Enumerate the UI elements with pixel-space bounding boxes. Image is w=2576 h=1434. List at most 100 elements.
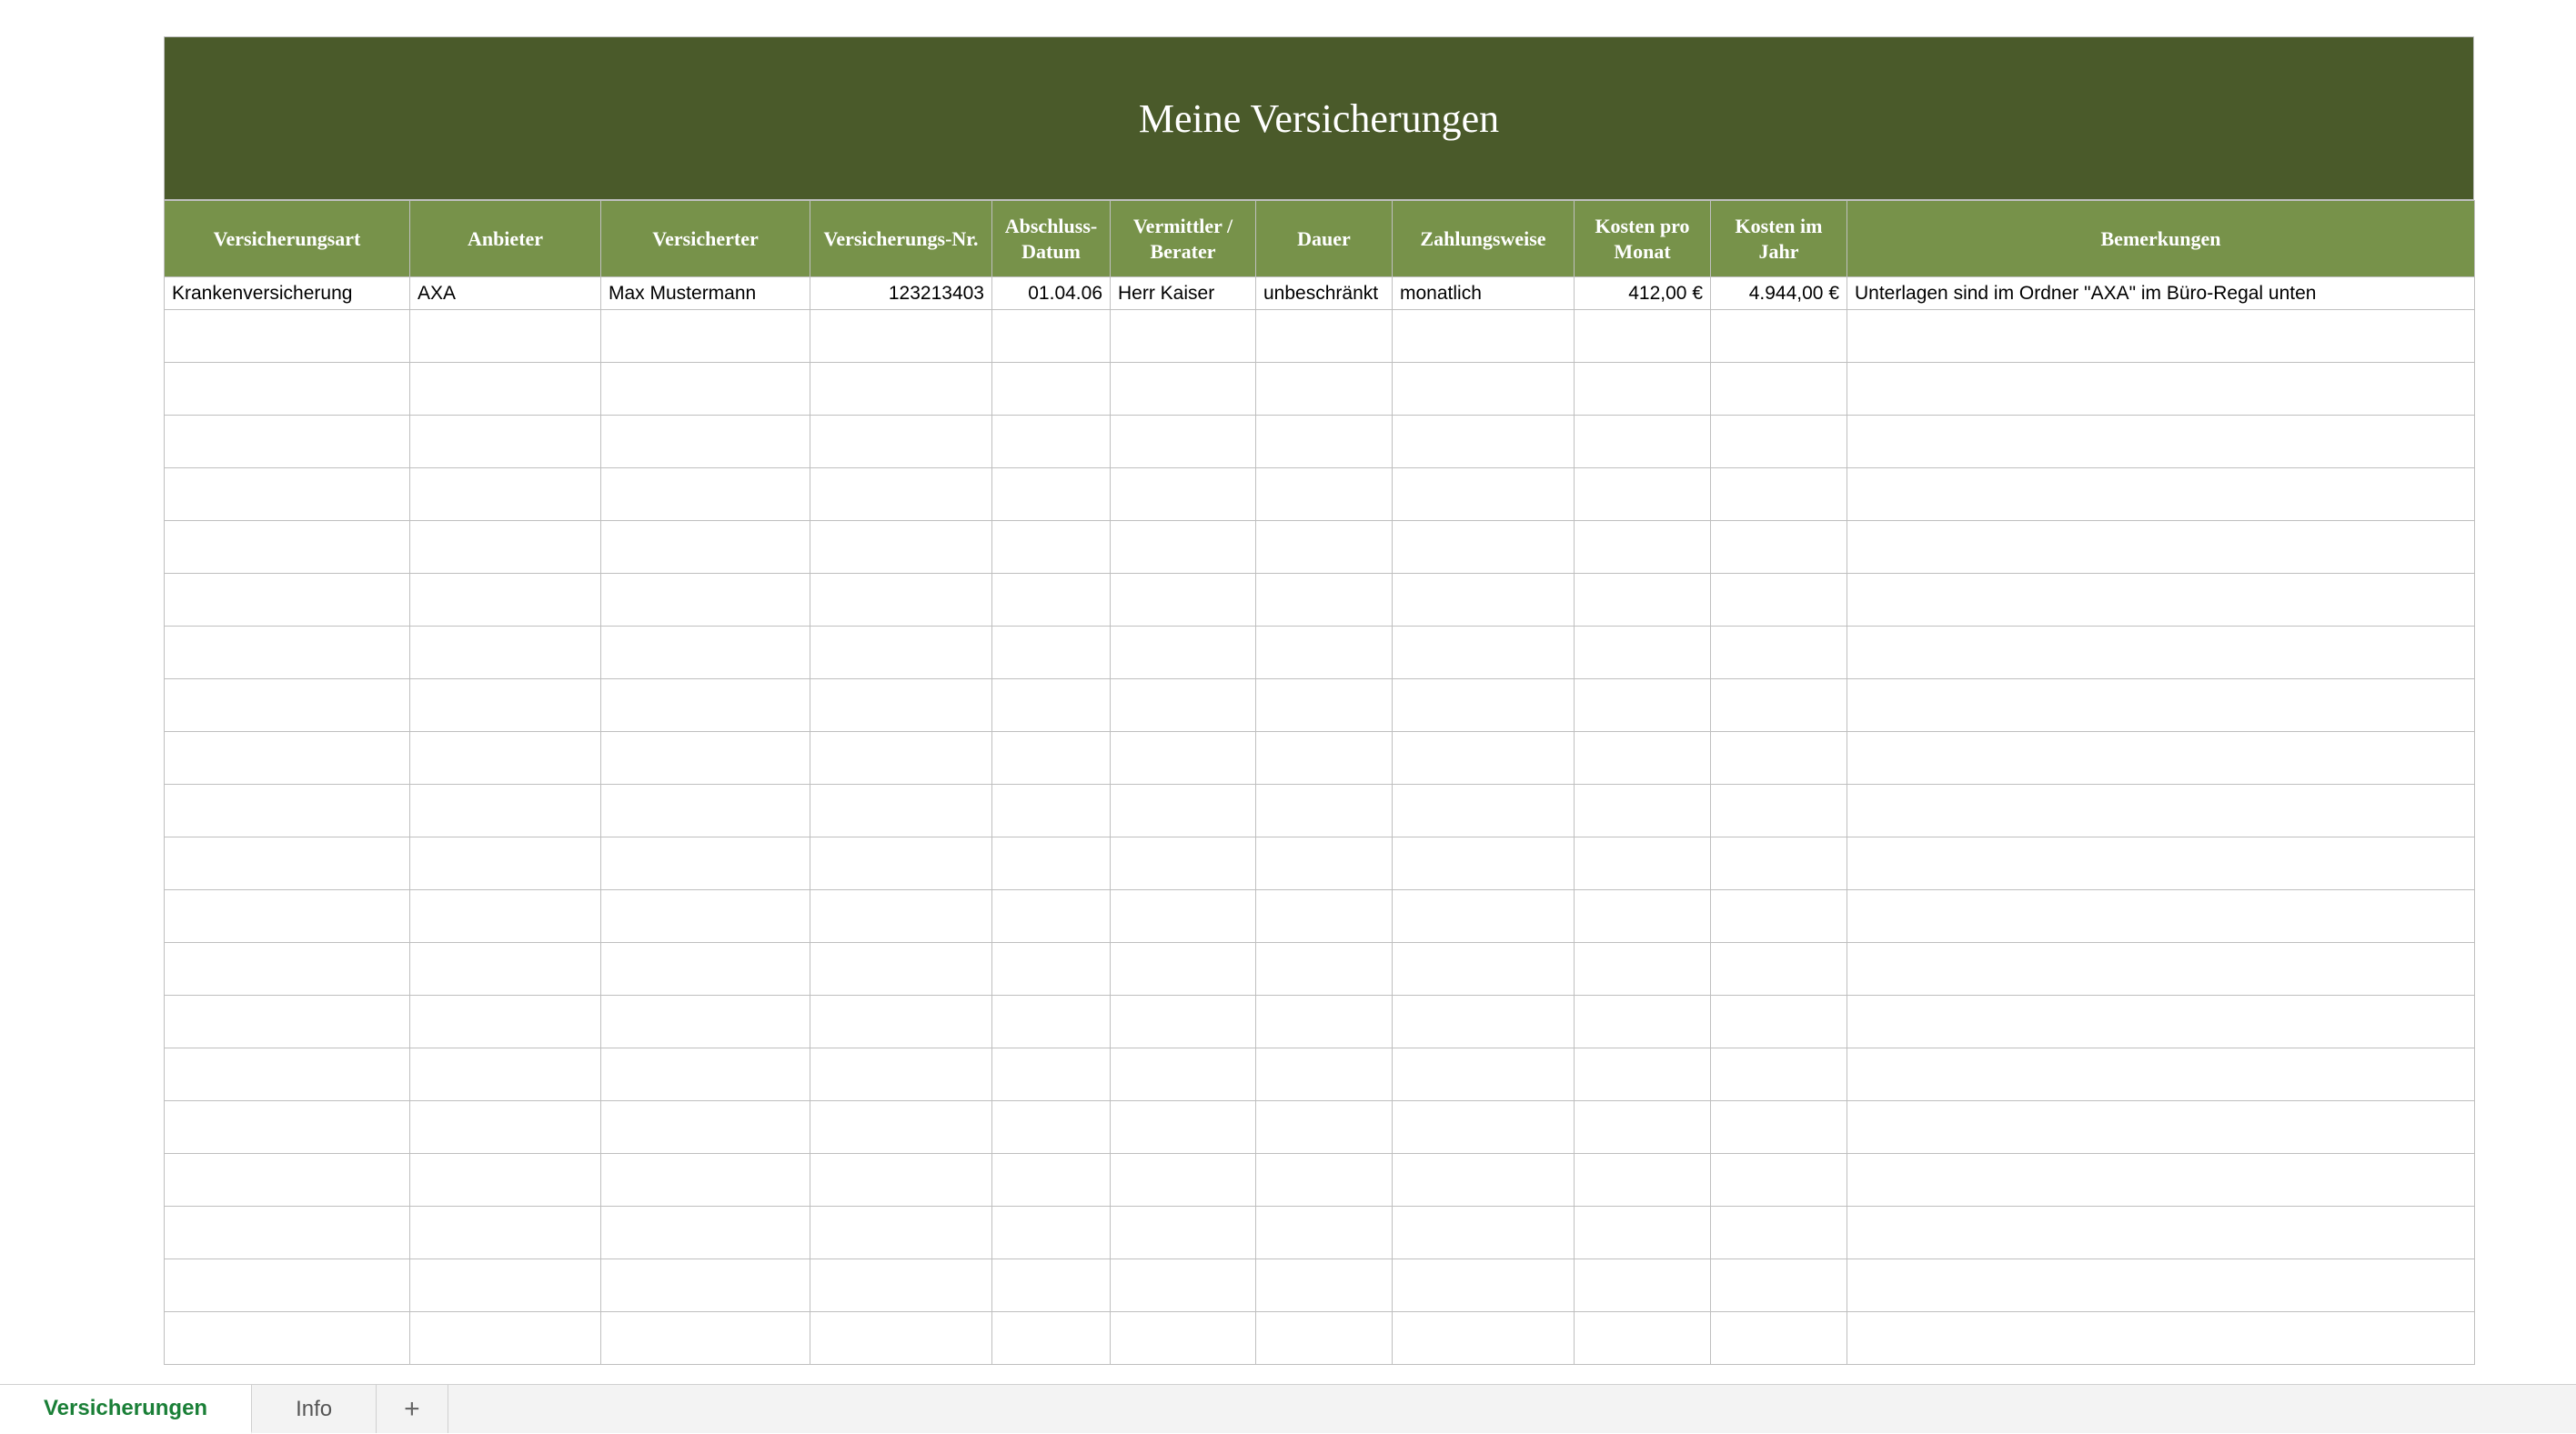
cell-empty[interactable] bbox=[1575, 1048, 1711, 1101]
cell-empty[interactable] bbox=[992, 996, 1111, 1048]
cell-empty[interactable] bbox=[410, 521, 601, 574]
cell-empty[interactable] bbox=[810, 574, 992, 627]
cell-empty[interactable] bbox=[1393, 996, 1575, 1048]
cell-empty[interactable] bbox=[1256, 943, 1393, 996]
cell-empty[interactable] bbox=[810, 310, 992, 363]
cell-empty[interactable] bbox=[1111, 732, 1256, 785]
tab-info[interactable]: Info bbox=[252, 1385, 377, 1433]
cell-empty[interactable] bbox=[165, 1312, 410, 1365]
cell-empty[interactable] bbox=[1847, 363, 2475, 416]
cell-empty[interactable] bbox=[1847, 1207, 2475, 1259]
cell-empty[interactable] bbox=[1111, 627, 1256, 679]
cell-empty[interactable] bbox=[410, 468, 601, 521]
col-header-bemerkungen[interactable]: Bemerkungen bbox=[1847, 201, 2475, 277]
cell-empty[interactable] bbox=[165, 890, 410, 943]
cell-empty[interactable] bbox=[1393, 1154, 1575, 1207]
cell-empty[interactable] bbox=[1711, 943, 1847, 996]
cell-empty[interactable] bbox=[1711, 996, 1847, 1048]
cell-empty[interactable] bbox=[1256, 627, 1393, 679]
cell-empty[interactable] bbox=[165, 679, 410, 732]
cell-empty[interactable] bbox=[1711, 1154, 1847, 1207]
cell-empty[interactable] bbox=[992, 310, 1111, 363]
cell-empty[interactable] bbox=[165, 416, 410, 468]
table-row[interactable] bbox=[165, 574, 2475, 627]
table-row[interactable] bbox=[165, 1312, 2475, 1365]
insurance-table[interactable]: Versicherungsart Anbieter Versicherter V… bbox=[164, 200, 2475, 1365]
cell-empty[interactable] bbox=[1847, 310, 2475, 363]
cell-versicherter[interactable]: Max Mustermann bbox=[601, 277, 810, 310]
cell-empty[interactable] bbox=[601, 1048, 810, 1101]
cell-empty[interactable] bbox=[1575, 468, 1711, 521]
cell-empty[interactable] bbox=[992, 468, 1111, 521]
col-header-anbieter[interactable]: Anbieter bbox=[410, 201, 601, 277]
cell-empty[interactable] bbox=[1711, 785, 1847, 837]
cell-empty[interactable] bbox=[1111, 574, 1256, 627]
cell-empty[interactable] bbox=[1256, 1312, 1393, 1365]
cell-empty[interactable] bbox=[1393, 1207, 1575, 1259]
cell-empty[interactable] bbox=[1111, 310, 1256, 363]
cell-empty[interactable] bbox=[601, 363, 810, 416]
cell-empty[interactable] bbox=[1393, 732, 1575, 785]
cell-empty[interactable] bbox=[1711, 574, 1847, 627]
cell-empty[interactable] bbox=[992, 1207, 1111, 1259]
cell-empty[interactable] bbox=[1575, 1207, 1711, 1259]
cell-kosten_jahr[interactable]: 4.944,00 € bbox=[1711, 277, 1847, 310]
cell-empty[interactable] bbox=[165, 310, 410, 363]
cell-empty[interactable] bbox=[410, 679, 601, 732]
table-row[interactable] bbox=[165, 943, 2475, 996]
cell-empty[interactable] bbox=[165, 1101, 410, 1154]
cell-empty[interactable] bbox=[1711, 679, 1847, 732]
cell-empty[interactable] bbox=[165, 732, 410, 785]
cell-empty[interactable] bbox=[1711, 1207, 1847, 1259]
cell-empty[interactable] bbox=[1111, 1259, 1256, 1312]
cell-empty[interactable] bbox=[601, 890, 810, 943]
cell-empty[interactable] bbox=[1111, 1207, 1256, 1259]
cell-empty[interactable] bbox=[1847, 890, 2475, 943]
table-row[interactable] bbox=[165, 310, 2475, 363]
cell-empty[interactable] bbox=[1711, 310, 1847, 363]
cell-empty[interactable] bbox=[1575, 363, 1711, 416]
cell-empty[interactable] bbox=[410, 416, 601, 468]
cell-empty[interactable] bbox=[601, 521, 810, 574]
col-header-versicherter[interactable]: Versicherter bbox=[601, 201, 810, 277]
cell-empty[interactable] bbox=[1256, 574, 1393, 627]
cell-empty[interactable] bbox=[165, 785, 410, 837]
cell-empty[interactable] bbox=[1256, 890, 1393, 943]
cell-zahlungsweise[interactable]: monatlich bbox=[1393, 277, 1575, 310]
cell-empty[interactable] bbox=[1575, 890, 1711, 943]
table-row[interactable] bbox=[165, 996, 2475, 1048]
cell-empty[interactable] bbox=[1111, 996, 1256, 1048]
cell-empty[interactable] bbox=[1711, 1312, 1847, 1365]
cell-empty[interactable] bbox=[1575, 1312, 1711, 1365]
cell-empty[interactable] bbox=[165, 1259, 410, 1312]
col-header-abschlussdatum[interactable]: Abschluss-Datum bbox=[992, 201, 1111, 277]
cell-empty[interactable] bbox=[1256, 732, 1393, 785]
add-sheet-button[interactable]: + bbox=[377, 1385, 448, 1433]
cell-empty[interactable] bbox=[810, 785, 992, 837]
cell-empty[interactable] bbox=[992, 574, 1111, 627]
cell-empty[interactable] bbox=[1256, 1259, 1393, 1312]
table-row[interactable] bbox=[165, 468, 2475, 521]
cell-empty[interactable] bbox=[1256, 310, 1393, 363]
table-row[interactable]: KrankenversicherungAXAMax Mustermann1232… bbox=[165, 277, 2475, 310]
cell-empty[interactable] bbox=[165, 943, 410, 996]
cell-empty[interactable] bbox=[165, 1154, 410, 1207]
cell-empty[interactable] bbox=[410, 837, 601, 890]
cell-empty[interactable] bbox=[601, 1154, 810, 1207]
cell-empty[interactable] bbox=[410, 1154, 601, 1207]
cell-empty[interactable] bbox=[1711, 1101, 1847, 1154]
cell-empty[interactable] bbox=[1111, 416, 1256, 468]
cell-empty[interactable] bbox=[1393, 943, 1575, 996]
cell-empty[interactable] bbox=[1393, 574, 1575, 627]
cell-empty[interactable] bbox=[1575, 574, 1711, 627]
cell-empty[interactable] bbox=[410, 363, 601, 416]
cell-empty[interactable] bbox=[1847, 679, 2475, 732]
cell-empty[interactable] bbox=[410, 890, 601, 943]
cell-empty[interactable] bbox=[1393, 1312, 1575, 1365]
table-row[interactable] bbox=[165, 1101, 2475, 1154]
cell-empty[interactable] bbox=[810, 1101, 992, 1154]
cell-empty[interactable] bbox=[601, 1259, 810, 1312]
cell-empty[interactable] bbox=[1111, 1101, 1256, 1154]
cell-empty[interactable] bbox=[1575, 943, 1711, 996]
cell-datum[interactable]: 01.04.06 bbox=[992, 277, 1111, 310]
